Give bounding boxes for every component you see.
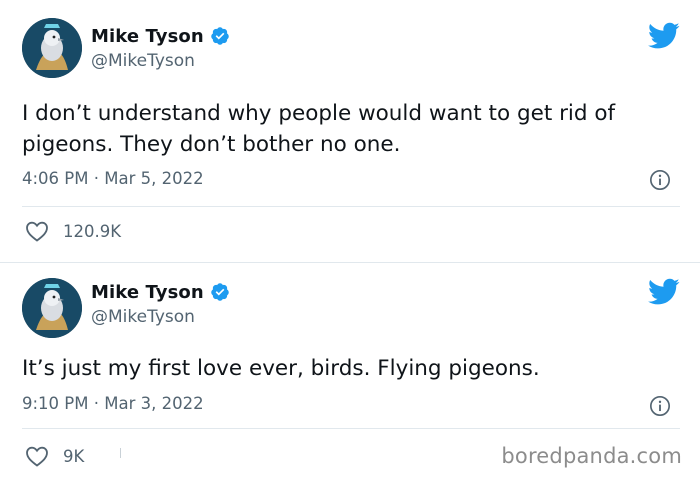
divider bbox=[22, 428, 680, 429]
avatar[interactable] bbox=[22, 278, 82, 338]
tweet-card[interactable]: Mike Tyson @MikeTyson I don’t understand… bbox=[0, 0, 700, 262]
author-handle[interactable]: @MikeTyson bbox=[91, 307, 195, 327]
watermark: boredpanda.com bbox=[501, 444, 682, 468]
like-action[interactable]: 120.9K bbox=[25, 220, 121, 242]
twitter-bird-icon[interactable] bbox=[648, 278, 680, 306]
separator-tick bbox=[120, 448, 121, 458]
like-count: 9K bbox=[63, 446, 85, 466]
tweet-text: It’s just my first love ever, birds. Fly… bbox=[22, 356, 540, 381]
tweet-timestamp[interactable]: 9:10 PM · Mar 3, 2022 bbox=[22, 394, 204, 413]
like-count: 120.9K bbox=[63, 221, 122, 241]
verified-badge-icon bbox=[210, 282, 230, 302]
author-name[interactable]: Mike Tyson bbox=[91, 282, 204, 303]
heart-icon[interactable] bbox=[25, 220, 49, 242]
twitter-bird-icon[interactable] bbox=[648, 22, 680, 50]
author-handle[interactable]: @MikeTyson bbox=[91, 51, 195, 71]
info-icon[interactable] bbox=[649, 395, 671, 417]
author-name[interactable]: Mike Tyson bbox=[91, 26, 204, 47]
divider bbox=[22, 206, 680, 207]
tweet-text: I don’t understand why people would want… bbox=[22, 101, 616, 157]
like-action[interactable]: 9K bbox=[25, 445, 84, 467]
avatar[interactable] bbox=[22, 18, 82, 78]
tweet-timestamp[interactable]: 4:06 PM · Mar 5, 2022 bbox=[22, 169, 204, 188]
heart-icon[interactable] bbox=[25, 445, 49, 467]
verified-badge-icon bbox=[210, 26, 230, 46]
info-icon[interactable] bbox=[649, 169, 671, 191]
